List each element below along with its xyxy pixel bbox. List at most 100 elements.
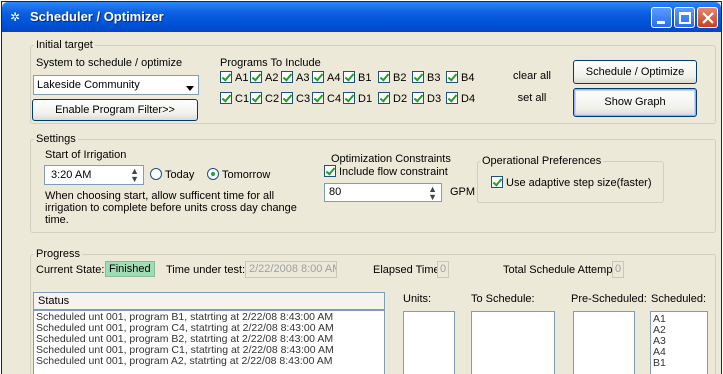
flow-value: 80 (329, 186, 342, 198)
clear-all-button[interactable]: clear all (501, 68, 563, 85)
program-label: D1 (358, 93, 373, 105)
program-checkbox-a1[interactable]: A1 (220, 71, 248, 84)
checkbox-checked-icon (250, 71, 262, 83)
time-under-test-field: 2/22/2008 8:00 AM (245, 261, 337, 278)
checkbox-checked-icon (281, 92, 293, 104)
program-label: B3 (427, 72, 441, 84)
scheduled-label: Scheduled: (651, 293, 707, 305)
total-attempts-value: 0 (615, 263, 622, 275)
program-label: A4 (327, 72, 341, 84)
include-flow-checkbox[interactable]: Include flow constraint (324, 165, 448, 178)
program-checkbox-a2[interactable]: A2 (250, 71, 278, 84)
current-state-label: Current State: (36, 264, 105, 276)
time-under-test-label: Time under test: (166, 264, 246, 276)
elapsed-time-value: 0 (440, 263, 447, 275)
show-graph-button[interactable]: Show Graph (573, 88, 697, 117)
system-select[interactable]: Lakeside Community (33, 75, 199, 95)
program-label: A1 (235, 72, 249, 84)
initial-target-title: Initial target (34, 39, 95, 51)
flow-spinner[interactable]: 80 ▲ ▼ (324, 183, 442, 202)
start-of-irrigation-label: Start of Irrigation (45, 149, 127, 161)
checkbox-checked-icon (343, 92, 355, 104)
program-checkbox-b4[interactable]: B4 (446, 71, 474, 84)
program-label: A2 (265, 72, 279, 84)
program-label: C4 (327, 93, 342, 105)
total-attempts-label: Total Schedule Attempts: (503, 264, 625, 276)
include-flow-label: Include flow constraint (339, 166, 448, 178)
schedule-optimize-button[interactable]: Schedule / Optimize (573, 60, 697, 84)
minimize-button[interactable] (651, 7, 672, 28)
flow-unit: GPM (450, 186, 476, 198)
program-label: D4 (461, 93, 476, 105)
set-all-button[interactable]: set all (501, 90, 563, 107)
checkbox-checked-icon (220, 92, 232, 104)
system-select-value: Lakeside Community (37, 79, 140, 91)
optimization-constraints-label: Optimization Constraints (331, 153, 451, 165)
to-schedule-list[interactable] (471, 311, 555, 374)
progress-title: Progress (34, 248, 83, 260)
radio-dot (150, 168, 162, 180)
program-checkbox-d1[interactable]: D1 (343, 92, 372, 105)
checkbox-checked-icon (324, 165, 336, 177)
program-checkbox-b1[interactable]: B1 (343, 71, 371, 84)
elapsed-time-label: Elapsed Time (373, 264, 440, 276)
status-header: Status (33, 292, 385, 310)
elapsed-time-field: 0 (437, 261, 449, 278)
scheduled-list[interactable]: A1 A2 A3 A4 B1 (650, 311, 708, 374)
operational-preferences-title: Operational Preferences (480, 155, 604, 167)
start-time-spinner[interactable]: 3:20 AM ▲ ▼ (44, 165, 144, 185)
minimize-icon (657, 21, 665, 24)
program-checkbox-a3[interactable]: A3 (281, 71, 309, 84)
radio-dot-selected (207, 168, 219, 180)
tomorrow-radio[interactable]: Tomorrow (207, 168, 270, 181)
today-radio[interactable]: Today (150, 168, 194, 181)
spinner-arrows-icon[interactable]: ▲ ▼ (428, 185, 437, 202)
program-checkbox-a4[interactable]: A4 (312, 71, 340, 84)
program-checkbox-d3[interactable]: D3 (412, 92, 441, 105)
program-checkbox-c4[interactable]: C4 (312, 92, 341, 105)
program-label: B2 (393, 72, 407, 84)
list-item[interactable]: B1 (651, 358, 707, 369)
program-label: A3 (296, 72, 310, 84)
checkbox-checked-icon (312, 92, 324, 104)
spinner-arrows-icon[interactable]: ▲ ▼ (130, 167, 139, 184)
program-checkbox-d2[interactable]: D2 (378, 92, 407, 105)
checkbox-checked-icon (312, 71, 324, 83)
status-log[interactable]: Scheduled unt 001, program B1, statrting… (33, 310, 385, 374)
total-attempts-field: 0 (612, 261, 624, 278)
adaptive-step-checkbox[interactable]: Use adaptive step size(faster) (491, 176, 652, 189)
tomorrow-label: Tomorrow (222, 169, 271, 181)
program-checkbox-c1[interactable]: C1 (220, 92, 249, 105)
checkbox-checked-icon (250, 92, 262, 104)
system-label: System to schedule / optimize (36, 57, 183, 69)
status-line: Scheduled unt 001, program A2, statrting… (36, 355, 333, 367)
checkbox-checked-icon (491, 176, 503, 188)
programs-label: Programs To Include (220, 57, 321, 69)
program-checkbox-d4[interactable]: D4 (446, 92, 475, 105)
status-label: Status (38, 295, 70, 307)
to-schedule-label: To Schedule: (471, 293, 535, 305)
program-label: D2 (393, 93, 408, 105)
maximize-icon (679, 12, 691, 24)
program-checkbox-b3[interactable]: B3 (412, 71, 440, 84)
checkbox-checked-icon (343, 71, 355, 83)
checkbox-checked-icon (378, 71, 390, 83)
maximize-button[interactable] (674, 7, 695, 28)
enable-program-filter-button[interactable]: Enable Program Filter>> (32, 99, 198, 121)
close-button[interactable] (697, 7, 718, 28)
program-label: C1 (235, 93, 250, 105)
checkbox-checked-icon (378, 92, 390, 104)
program-label: C2 (265, 93, 280, 105)
program-label: B4 (461, 72, 475, 84)
program-checkbox-b2[interactable]: B2 (378, 71, 406, 84)
window-title: Scheduler / Optimizer (30, 9, 164, 24)
program-checkbox-c3[interactable]: C3 (281, 92, 310, 105)
adaptive-step-label: Use adaptive step size(faster) (506, 177, 652, 189)
program-label: B1 (358, 72, 372, 84)
checkbox-checked-icon (281, 71, 293, 83)
units-label: Units: (403, 293, 432, 305)
program-checkbox-c2[interactable]: C2 (250, 92, 279, 105)
title-bar[interactable]: ✲ Scheduler / Optimizer (2, 2, 721, 32)
units-list[interactable] (403, 311, 455, 374)
pre-scheduled-list[interactable] (573, 311, 635, 374)
